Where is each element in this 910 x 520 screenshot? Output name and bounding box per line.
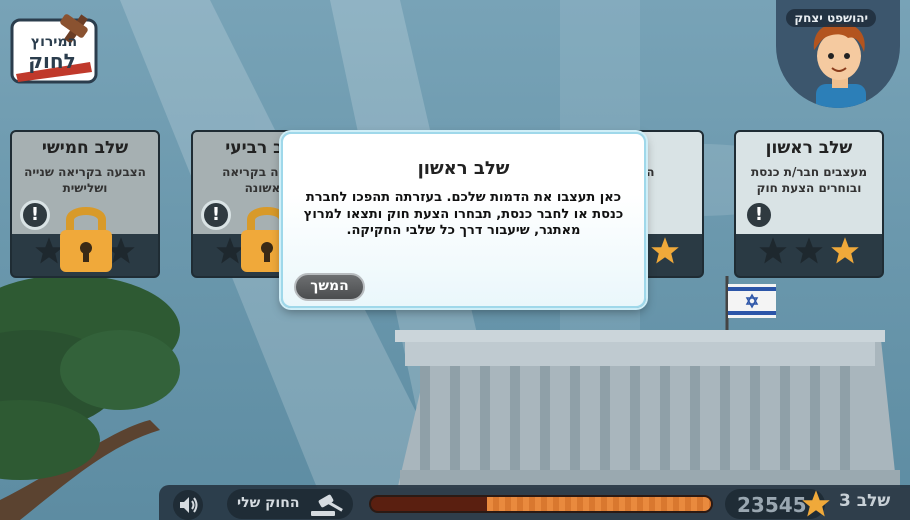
info-icon[interactable]: ! bbox=[744, 200, 774, 230]
game-screen: המירוץ לחוק יהושפט יצחק שלב ראשון מעצבים… bbox=[0, 0, 910, 520]
my-law-label: החוק שלי bbox=[237, 495, 300, 511]
progress-bar bbox=[369, 495, 713, 513]
sound-button[interactable] bbox=[173, 490, 203, 520]
stage-card-1[interactable]: שלב ראשון מעצבים חבר/ת כנסת ובוחרים הצעת… bbox=[734, 130, 884, 278]
info-icon[interactable]: ! bbox=[201, 200, 231, 230]
stage-stars bbox=[736, 236, 882, 272]
player-name: יהושפט יצחק bbox=[786, 9, 876, 27]
my-law-button[interactable]: החוק שלי bbox=[227, 489, 353, 519]
star-icon bbox=[802, 490, 830, 517]
star-icon bbox=[759, 237, 787, 264]
logo: המירוץ לחוק bbox=[10, 14, 98, 84]
player-avatar-card[interactable]: יהושפט יצחק bbox=[776, 0, 900, 108]
stage-description: מעצבים חבר/ת כנסת ובוחרים הצעת חוק bbox=[750, 165, 868, 195]
lock-icon bbox=[60, 207, 112, 272]
star-icon bbox=[795, 237, 823, 264]
gavel-icon bbox=[311, 494, 343, 516]
info-icon[interactable]: ! bbox=[20, 200, 50, 230]
star-icon bbox=[831, 237, 859, 264]
score-box: 23545 bbox=[725, 489, 830, 519]
continue-button[interactable]: המשך bbox=[294, 273, 365, 301]
level-label: שלב 3 bbox=[839, 491, 891, 511]
stage-title: שלב חמישי bbox=[41, 138, 129, 158]
progress-fill bbox=[486, 497, 711, 511]
bottom-bar: החוק שלי 23545 שלב 3 bbox=[159, 485, 910, 520]
star-icon bbox=[651, 237, 679, 264]
stage-description: הצבעה בקריאה שנייה ושלישית bbox=[24, 165, 146, 195]
svg-text:המירוץ: המירוץ bbox=[31, 34, 77, 50]
sound-icon bbox=[180, 497, 198, 513]
stage-info-dialog: שלב ראשון כאן תעצבו את הדמות שלכם. בעזרת… bbox=[281, 132, 646, 308]
stage-title: שלב ראשון bbox=[765, 138, 853, 158]
svg-text:לחוק: לחוק bbox=[28, 49, 75, 73]
dialog-body: כאן תעצבו את הדמות שלכם. בעזרתה תהפכו לח… bbox=[303, 190, 624, 238]
dialog-title: שלב ראשון bbox=[417, 158, 510, 179]
tree bbox=[0, 275, 180, 520]
stage-card-5[interactable]: שלב חמישי הצבעה בקריאה שנייה ושלישית ! bbox=[10, 130, 160, 278]
score-value: 23545 bbox=[737, 493, 807, 517]
